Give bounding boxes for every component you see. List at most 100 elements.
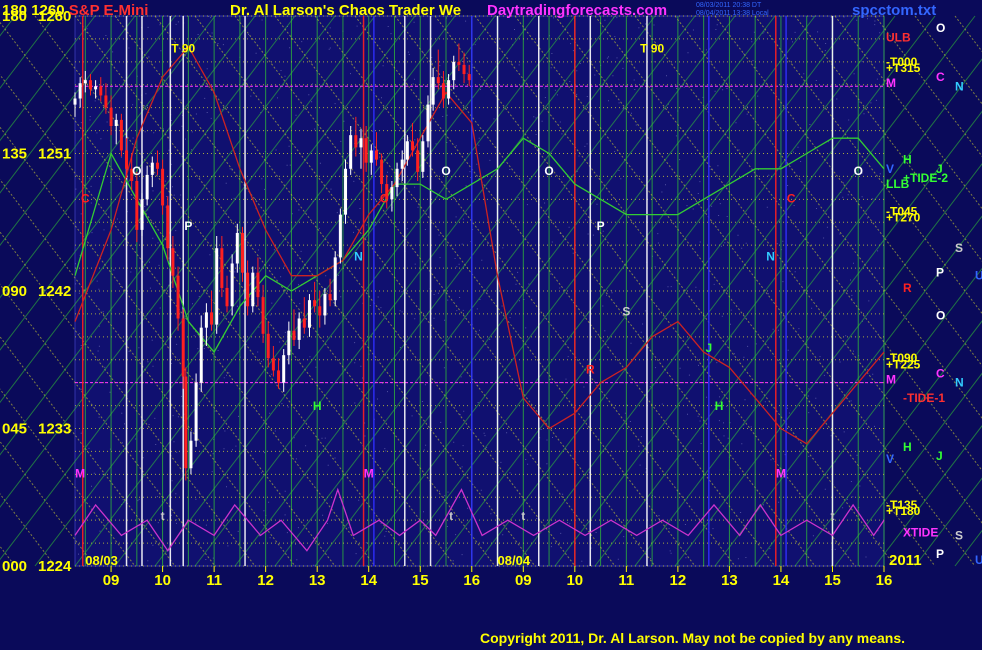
y-price-label: 1224 <box>38 558 72 575</box>
timestamp-1: 08/03/2011 20:38 DT <box>696 2 762 9</box>
candle-body <box>374 150 378 160</box>
x-hour-label: 11 <box>206 572 222 589</box>
right-label: U <box>975 269 982 283</box>
candle-body <box>364 138 368 163</box>
candle-body <box>135 181 139 230</box>
right-label: C <box>936 367 945 381</box>
candle-body <box>266 333 270 359</box>
right-label: C <box>936 70 945 84</box>
candle-body <box>349 135 353 169</box>
annotation-label: T 90 <box>640 42 664 56</box>
lattice-line <box>874 15 982 157</box>
annotation-label: O <box>441 164 450 178</box>
annotation-label: M <box>364 466 374 480</box>
right-label: LLB <box>886 177 910 191</box>
candle-body <box>83 80 87 84</box>
candle-body <box>220 248 224 288</box>
candle-body <box>318 306 322 316</box>
candle-body <box>287 330 291 356</box>
candle-body <box>189 440 193 469</box>
candle-body <box>99 86 103 96</box>
annotation-label: t <box>830 509 834 523</box>
right-label: O <box>936 308 945 322</box>
x-year-label: 2011 <box>889 552 922 569</box>
right-label: M <box>886 76 896 90</box>
candle-body <box>119 119 123 151</box>
candle-body <box>328 294 332 301</box>
annotation-label: t <box>449 509 453 523</box>
annotation-label: N <box>354 249 363 263</box>
candle-body <box>426 104 430 142</box>
candle-body <box>204 312 208 328</box>
file-name: spcctom.txt <box>852 2 937 19</box>
y-degree-label: 045 <box>2 421 27 438</box>
x-hour-label: 12 <box>257 572 274 589</box>
candle-body <box>338 214 342 258</box>
candle-body <box>323 294 327 316</box>
candle-body <box>405 141 409 160</box>
x-hour-label: 10 <box>154 572 171 589</box>
candle-body <box>104 95 108 108</box>
x-hour-label: 14 <box>773 572 790 589</box>
annotation-label: C <box>81 191 90 205</box>
right-label: U <box>975 553 982 567</box>
right-label: H <box>903 153 912 167</box>
annotation-label: M <box>75 466 85 480</box>
candle-body <box>256 272 260 298</box>
x-hour-label: 13 <box>309 572 326 589</box>
instrument-label: 180 1260 S&P E-Mini <box>2 2 149 19</box>
candle-body <box>457 61 461 65</box>
y-degree-label: 135 <box>2 146 27 163</box>
candle-body <box>109 107 113 126</box>
annotation-label: t <box>161 509 165 523</box>
annotation-label: P <box>597 219 605 233</box>
site-link[interactable]: Daytradingforecasts.com <box>487 2 667 19</box>
y-degree-label: 090 <box>2 283 27 300</box>
candle-body <box>94 86 98 90</box>
right-label: M <box>886 373 896 387</box>
candle-body <box>297 318 301 340</box>
right-label: V <box>886 452 894 466</box>
timestamp-block: 08/03/2011 20:38 DT 08/04/2011 13:38 Loc… <box>696 2 769 18</box>
right-label: N <box>955 79 964 93</box>
right-label: +T225 <box>886 357 921 371</box>
annotation-label: H <box>313 399 322 413</box>
candle-body <box>421 141 425 172</box>
candle-body <box>161 168 165 206</box>
y-price-label: 1233 <box>38 421 71 438</box>
candle-body <box>307 300 311 328</box>
candle-body <box>447 80 451 99</box>
candle-body <box>390 187 394 200</box>
x-date-label: 08/03 <box>85 553 118 568</box>
candle-body <box>194 382 198 441</box>
x-hour-label: 13 <box>721 572 738 589</box>
candle-body <box>199 327 203 383</box>
candle-body <box>292 330 296 340</box>
x-hour-label: 09 <box>515 572 532 589</box>
candle-body <box>150 162 154 175</box>
candle-body <box>395 168 399 188</box>
candle-body <box>261 297 265 334</box>
x-hour-label: 16 <box>876 572 893 589</box>
annotation-label: T 90 <box>171 42 195 56</box>
annotation-label: S <box>622 304 630 318</box>
right-label: ULB <box>886 30 911 44</box>
y-degree-label: 000 <box>2 558 27 575</box>
x-hour-label: 12 <box>670 572 687 589</box>
annotation-label: J <box>705 341 712 355</box>
chaos-chart: T 90 T 90O O O OP PSN NH HJM M MRC C Ct t t tULBO-T000… <box>0 8 982 589</box>
candle-body <box>210 312 214 325</box>
candle-body <box>277 370 281 383</box>
annotation-label: C <box>380 191 389 205</box>
annotation-label: N <box>766 249 775 263</box>
candle-body <box>313 300 317 307</box>
candle-body <box>302 318 306 328</box>
candle-body <box>333 257 337 301</box>
candle-body <box>246 272 250 307</box>
candle-body <box>125 150 129 169</box>
candle-body <box>145 174 149 200</box>
candle-body <box>225 287 229 307</box>
candle-body <box>73 98 77 105</box>
annotation-label: H <box>715 399 724 413</box>
x-hour-label: 11 <box>618 572 634 589</box>
